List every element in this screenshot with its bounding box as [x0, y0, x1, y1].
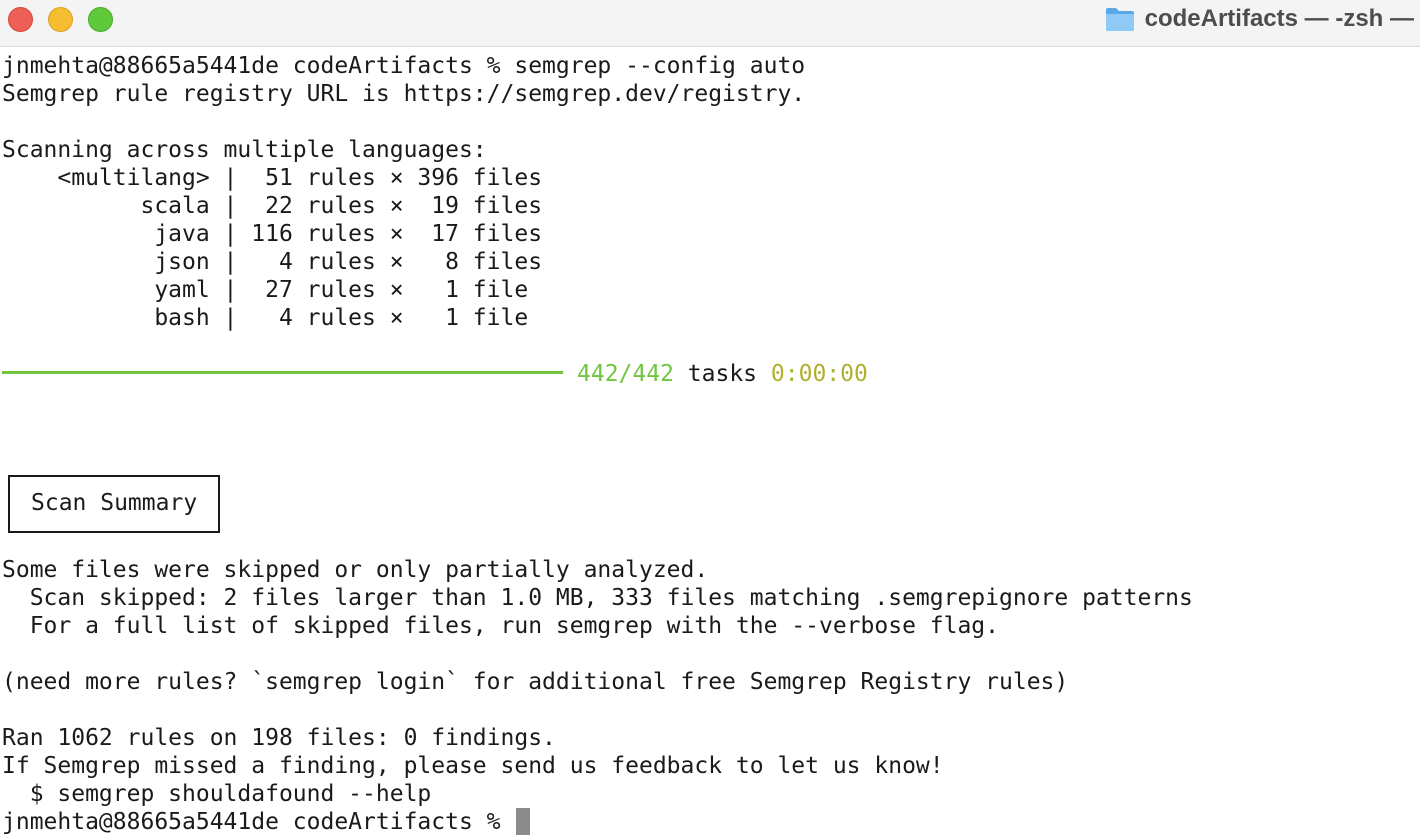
registry-line: Semgrep rule registry URL is https://sem…: [2, 81, 806, 107]
summary-block: Scan Summary: [2, 472, 1193, 556]
skipped-line: Some files were skipped or only partiall…: [2, 557, 709, 583]
command-line: jnmehta@88665a5441de codeArtifacts % sem…: [2, 53, 806, 79]
language-row-multilang: <multilang> | 51 rules × 396 files: [2, 165, 543, 191]
progress-label: tasks: [687, 361, 758, 387]
language-row-bash: bash | 4 rules × 1 file: [2, 305, 529, 331]
language-row-scala: scala | 22 rules × 19 files: [2, 193, 543, 219]
login-hint: (need more rules? `semgrep login` for ad…: [2, 669, 1069, 695]
terminal-output[interactable]: jnmehta@88665a5441de codeArtifacts % sem…: [2, 52, 1193, 836]
title-bar[interactable]: codeArtifacts — -zsh —: [0, 0, 1420, 47]
close-button[interactable]: [8, 7, 33, 32]
scan-summary-box: Scan Summary: [8, 475, 221, 533]
scanning-header: Scanning across multiple languages:: [2, 137, 487, 163]
progress-line: 442/442 tasks 0:00:00: [2, 360, 1193, 388]
progress-time: 0:00:00: [770, 361, 868, 387]
shouldafound-line: $ semgrep shouldafound --help: [2, 781, 432, 807]
ran-line: Ran 1062 rules on 198 files: 0 findings.: [2, 725, 556, 751]
terminal-window: codeArtifacts — -zsh — jnmehta@88665a544…: [0, 0, 1420, 838]
progress-count: 442/442: [577, 361, 674, 387]
language-row-java: java | 116 rules × 17 files: [2, 221, 543, 247]
final-prompt: jnmehta@88665a5441de codeArtifacts %: [2, 809, 515, 835]
minimize-button[interactable]: [48, 7, 73, 32]
folder-icon: [1105, 8, 1134, 31]
window-title-group: codeArtifacts — -zsh —: [1105, 0, 1414, 38]
window-title: codeArtifacts — -zsh —: [1144, 5, 1414, 32]
zoom-button[interactable]: [88, 7, 113, 32]
language-row-yaml: yaml | 27 rules × 1 file: [2, 277, 529, 303]
feedback-line: If Semgrep missed a finding, please send…: [2, 753, 944, 779]
progress-bar: [2, 371, 563, 374]
final-prompt-line[interactable]: jnmehta@88665a5441de codeArtifacts %: [2, 808, 1193, 836]
cursor: [516, 808, 531, 835]
skipped-detail: Scan skipped: 2 files larger than 1.0 MB…: [2, 585, 1193, 611]
language-row-json: json | 4 rules × 8 files: [2, 249, 543, 275]
verbose-hint: For a full list of skipped files, run se…: [2, 613, 999, 639]
